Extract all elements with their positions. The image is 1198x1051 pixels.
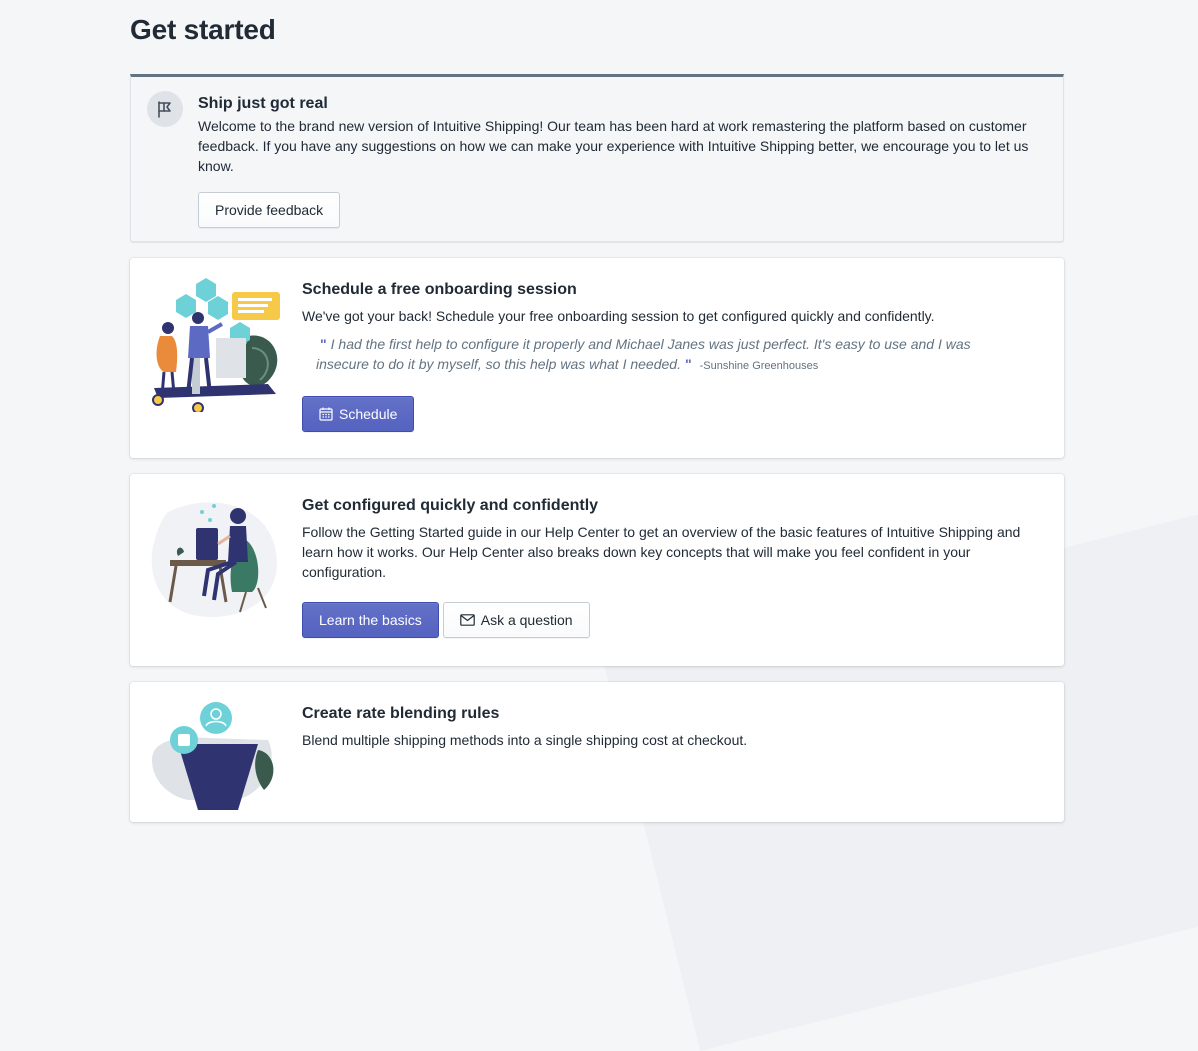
banner-text: Welcome to the brand new version of Intu… [198, 118, 1029, 174]
testimonial-quote: " I had the first help to configure it pr… [316, 334, 1004, 376]
ask-a-question-button[interactable]: Ask a question [442, 602, 590, 638]
banner-title: Ship just got real [198, 95, 328, 112]
ask-a-question-label: Ask a question [480, 612, 573, 628]
onboarding-actions: Schedule [302, 396, 1044, 432]
learn-the-basics-button[interactable]: Learn the basics [302, 602, 439, 638]
onboarding-illustration [152, 278, 280, 412]
help-center-card-body: Get configured quickly and confidently F… [302, 474, 1064, 658]
welcome-banner: Ship just got real Welcome to the brand … [130, 74, 1064, 242]
banner-body: Ship just got real Welcome to the brand … [198, 92, 1045, 228]
schedule-button-label: Schedule [339, 406, 398, 422]
quote-mark-open: " [320, 336, 327, 352]
onboarding-card: Schedule a free onboarding session We've… [130, 258, 1064, 458]
calendar-icon [319, 407, 333, 421]
rate-blending-card-text: Blend multiple shipping methods into a s… [302, 732, 748, 748]
rate-blending-card: Create rate blending rules Blend multipl… [130, 682, 1064, 822]
quote-author: -Sunshine Greenhouses [699, 360, 819, 372]
help-center-card-text: Follow the Getting Started guide in our … [302, 524, 1021, 580]
page-container: Get started Ship just got real Welcome t… [130, 0, 1064, 822]
help-center-card-title: Get configured quickly and confidently [302, 497, 599, 514]
quote-mark-close: " [684, 356, 692, 372]
provide-feedback-button[interactable]: Provide feedback [198, 192, 341, 228]
quote-text: I had the first help to configure it pro… [316, 336, 971, 372]
onboarding-card-title: Schedule a free onboarding session [302, 281, 577, 298]
flag-icon [147, 91, 183, 127]
envelope-icon [459, 614, 475, 626]
onboarding-card-body: Schedule a free onboarding session We've… [302, 258, 1064, 452]
rate-blending-illustration [152, 702, 274, 810]
help-center-card: Get configured quickly and confidently F… [130, 474, 1064, 666]
help-center-actions: Learn the basics Ask a question [302, 602, 1044, 638]
rate-blending-card-body: Create rate blending rules Blend multipl… [302, 682, 1064, 770]
rate-blending-card-title: Create rate blending rules [302, 705, 500, 722]
onboarding-card-text: We've got your back! Schedule your free … [302, 308, 935, 324]
configuration-illustration [151, 502, 277, 618]
schedule-button[interactable]: Schedule [302, 396, 415, 432]
page-title: Get started [130, 14, 276, 45]
